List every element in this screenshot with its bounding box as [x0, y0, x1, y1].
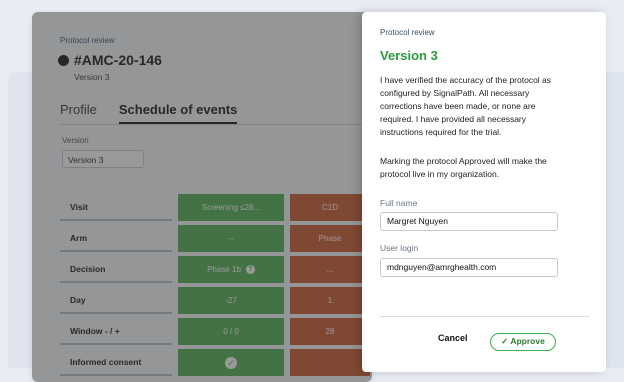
row-label: Informed consent [60, 349, 172, 376]
version-select[interactable]: Version 3 [62, 150, 144, 168]
tab-divider [60, 124, 372, 125]
check-icon: ✓ [501, 336, 509, 346]
schedule-row-arm: Arm -- Phase [60, 225, 372, 252]
schedule-row-window: Window - / + 0 / 0 28 [60, 318, 372, 345]
panel-title: Version 3 [380, 48, 438, 63]
schedule-cell[interactable]: ✓ [178, 349, 284, 376]
decision-value: Phase 1b [207, 265, 241, 274]
schedule-cell[interactable]: 1 [290, 287, 370, 314]
tab-profile[interactable]: Profile [60, 102, 97, 124]
protocol-id: #AMC-20-146 [74, 52, 162, 68]
user-login-field[interactable]: mdnguyen@amrghealth.com [380, 258, 558, 277]
schedule-cell[interactable]: 28 [290, 318, 370, 345]
panel-divider [380, 316, 590, 317]
schedule-row-informed-consent: Informed consent ✓ [60, 349, 372, 376]
schedule-cell[interactable]: C1D [290, 194, 370, 221]
schedule-cell[interactable]: -- [178, 225, 284, 252]
check-icon: ✓ [225, 356, 237, 369]
protocol-version: Version 3 [74, 72, 110, 82]
schedule-cell[interactable]: -27 [178, 287, 284, 314]
schedule-row-day: Day -27 1 [60, 287, 372, 314]
row-label: Decision [60, 256, 172, 283]
status-dot-icon [58, 54, 69, 66]
schedule-cell[interactable] [290, 349, 370, 376]
panel-eyebrow: Protocol review [380, 28, 435, 37]
schedule-cell[interactable]: 0 / 0 [178, 318, 284, 345]
verification-statement: I have verified the accuracy of the prot… [380, 75, 552, 137]
info-icon[interactable]: ? [245, 265, 255, 275]
row-label: Visit [60, 194, 172, 221]
approve-button[interactable]: ✓ Approve [490, 333, 556, 351]
schedule-row-visit: Visit Screening ≤28... C1D [60, 194, 372, 221]
user-login-label: User login [380, 243, 419, 253]
schedule-cell[interactable]: ... [290, 256, 370, 283]
schedule-cell[interactable]: Screening ≤28... [178, 194, 284, 221]
version-label: Version [62, 136, 89, 145]
full-name-label: Full name [380, 198, 418, 208]
tab-schedule-of-events[interactable]: Schedule of events [118, 102, 238, 124]
cancel-button[interactable]: Cancel [438, 333, 468, 343]
full-name-field[interactable]: Margret Nguyen [380, 212, 558, 231]
schedule-cell[interactable]: Phase [290, 225, 370, 252]
approve-label: Approve [510, 336, 545, 346]
schedule-row-decision: Decision Phase 1b? ... [60, 256, 372, 283]
tab-bar: Profile Schedule of events [60, 102, 238, 124]
row-label: Day [60, 287, 172, 314]
protocol-card: Protocol review #AMC-20-146 Version 3 Pr… [32, 12, 372, 382]
row-label: Arm [60, 225, 172, 252]
schedule-cell[interactable]: Phase 1b? [178, 256, 284, 283]
protocol-title-row: #AMC-20-146 [58, 52, 162, 68]
approval-note: Marking the protocol Approved will make … [380, 156, 547, 179]
approval-panel: Protocol review Version 3 I have verifie… [362, 12, 606, 372]
row-label: Window - / + [60, 318, 172, 345]
protocol-eyebrow: Protocol review [60, 36, 115, 45]
